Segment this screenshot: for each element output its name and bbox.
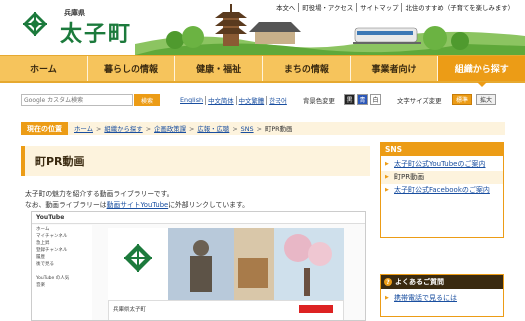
sns-link-youtube-guide[interactable]: 太子町公式YouTubeのご案内	[381, 158, 503, 171]
breadcrumb: 現在の位置 ホーム > 組織から探す > 企画政策課 > 広報・広聴 > SNS…	[21, 122, 505, 135]
youtube-site-link[interactable]: 動画サイトYouTube	[107, 201, 169, 209]
bg-blue-button[interactable]: 青	[357, 94, 368, 105]
temple-icon	[249, 22, 301, 44]
subscribe-button-icon	[299, 305, 333, 313]
sidebar: SNS 太子町公式YouTubeのご案内 町PR動画 太子町公式Facebook…	[380, 142, 504, 317]
nav-health-welfare[interactable]: 健康・福祉	[174, 56, 262, 81]
youtube-channel-name: 兵庫県太子町	[113, 307, 147, 313]
sns-link-facebook-guide[interactable]: 太子町公式Facebookのご案内	[381, 184, 503, 197]
lang-english-link[interactable]: English	[180, 96, 205, 105]
town-hall-access-link[interactable]: 町役場・アクセス	[298, 3, 356, 12]
youtube-sidebar-item: ホーム	[36, 227, 50, 232]
faq-link-mobile[interactable]: 携帯電話で見るには	[381, 292, 503, 305]
intro-text: 太子町の魅力を紹介する動画ライブラリーです。	[25, 190, 174, 198]
intro-prefix: なお、動画ライブラリーは	[25, 201, 107, 209]
sitemap-link[interactable]: サイトマップ	[356, 3, 401, 12]
global-nav: ホーム 暮らしの情報 健康・福祉 まちの情報 事業者向け 組織から探す	[0, 55, 525, 87]
bgcolor-label: 背景色変更	[303, 97, 335, 105]
youtube-sidebar-item: マイチャンネル	[36, 234, 68, 239]
faq-title-text: よくあるご質問	[395, 278, 444, 286]
breadcrumb-public-relations[interactable]: 広報・広聴	[197, 124, 229, 133]
breadcrumb-separator-icon: >	[145, 124, 152, 133]
lang-chinese-simplified-link[interactable]: 中文简体	[205, 96, 236, 105]
youtube-channel-header: 兵庫県太子町	[108, 300, 344, 320]
town-emblem-icon[interactable]	[22, 11, 48, 37]
youtube-sidebar-item: 後で見る	[36, 262, 54, 267]
breadcrumb-home[interactable]: ホーム	[74, 124, 93, 133]
fontsize-label: 文字サイズ変更	[397, 97, 442, 105]
intro-suffix: に外部リンクしています。	[168, 201, 249, 209]
nav-living[interactable]: 暮らしの情報	[86, 56, 175, 81]
breadcrumb-by-organization[interactable]: 組織から探す	[104, 124, 142, 133]
town-logo-text[interactable]: 太子町	[60, 16, 132, 48]
faq-menu: ? よくあるご質問 携帯電話で見るには	[380, 274, 504, 317]
skip-to-content-link[interactable]: 本文へ	[273, 3, 298, 12]
lang-korean-link[interactable]: 한국어	[266, 96, 289, 105]
intro-text-external: なお、動画ライブラリーは動画サイトYouTubeに外部リンクしています。	[25, 199, 249, 209]
youtube-channel-screenshot[interactable]: YouTube ホーム マイチャンネル 急上昇 登録チャンネル 履歴 後で見る …	[31, 211, 366, 321]
bg-white-button[interactable]: 白	[370, 94, 381, 105]
search-button[interactable]: 検索	[134, 94, 160, 106]
nav-home[interactable]: ホーム	[0, 56, 87, 81]
banner-photo-collage	[108, 228, 344, 300]
search-input[interactable]	[21, 94, 133, 106]
site-header: 兵庫県 太子町 本文へ 町役場・アクセス サイトマップ 北住のすすめ（子育てを楽…	[0, 0, 525, 55]
youtube-sidebar-item: 履歴	[36, 255, 45, 260]
youtube-topbar: YouTube	[32, 212, 365, 224]
nav-business[interactable]: 事業者向け	[349, 56, 438, 81]
youtube-channel-banner	[108, 228, 344, 300]
youtube-sidebar-item: YouTube の人気	[36, 276, 70, 281]
fontsize-standard-button[interactable]: 標準	[452, 94, 472, 105]
main-content: 町PR動画 太子町の魅力を紹介する動画ライブラリーです。 なお、動画ライブラリー…	[21, 142, 370, 321]
youtube-logo-icon: YouTube	[36, 214, 64, 221]
living-guide-link[interactable]: 北住のすすめ（子育てを楽しみます）	[401, 3, 517, 12]
youtube-sidebar-item: 急上昇	[36, 241, 50, 246]
youtube-sidebar-item: 音楽	[36, 283, 45, 288]
breadcrumb-separator-icon: >	[232, 124, 238, 133]
toolbar: 検索 English 中文简体 中文繁體 한국어 背景色変更 黒 青 白 文字サ…	[0, 87, 525, 107]
bg-black-button[interactable]: 黒	[344, 94, 355, 105]
faq-title: ? よくあるご質問	[381, 275, 503, 289]
youtube-sidebar-item	[32, 267, 92, 274]
page-title: 町PR動画	[21, 146, 370, 176]
breadcrumb-current: 町PR動画	[264, 125, 293, 133]
nav-by-organization[interactable]: 組織から探す	[437, 56, 525, 87]
sns-menu: SNS 太子町公式YouTubeのご案内 町PR動画 太子町公式Facebook…	[380, 142, 504, 238]
language-links: English 中文简体 中文繁體 한국어	[180, 96, 289, 105]
sns-link-pr-video[interactable]: 町PR動画	[381, 171, 503, 184]
utility-links: 本文へ 町役場・アクセス サイトマップ 北住のすすめ（子育てを楽しみます）	[271, 2, 519, 13]
train-icon	[353, 27, 421, 44]
lang-chinese-traditional-link[interactable]: 中文繁體	[235, 96, 267, 105]
fontsize-large-button[interactable]: 拡大	[476, 94, 496, 105]
youtube-logo-text: YouTube	[36, 214, 65, 221]
sns-menu-title: SNS	[381, 143, 503, 156]
breadcrumb-planning-dept[interactable]: 企画政策課	[154, 124, 186, 133]
breadcrumb-label: 現在の位置	[21, 122, 68, 135]
youtube-sidebar: ホーム マイチャンネル 急上昇 登録チャンネル 履歴 後で見る YouTube …	[32, 225, 92, 320]
breadcrumb-separator-icon: >	[189, 124, 195, 133]
breadcrumb-separator-icon: >	[256, 124, 262, 133]
nav-town-info[interactable]: まちの情報	[262, 56, 350, 81]
breadcrumb-separator-icon: >	[95, 124, 102, 133]
question-icon: ?	[384, 278, 392, 286]
breadcrumb-sns[interactable]: SNS	[241, 125, 254, 133]
youtube-sidebar-item: 登録チャンネル	[36, 248, 68, 253]
